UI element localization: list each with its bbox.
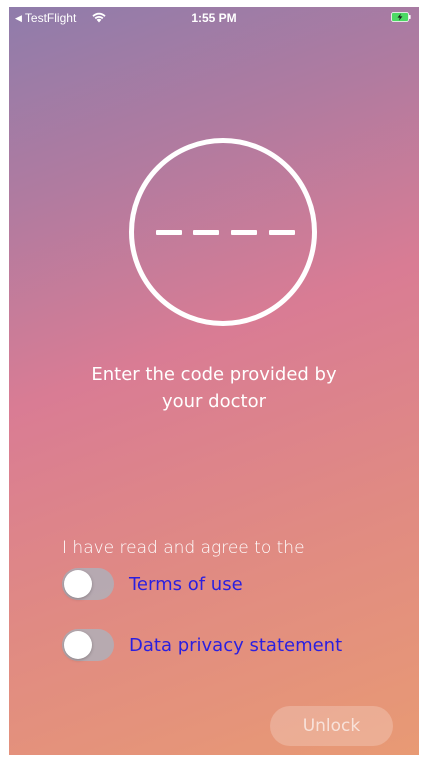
instruction-line-2: your doctor [161,391,266,412]
status-bar: ◀ TestFlight 1:55 PM [9,7,419,29]
agreement-intro: I have read and agree to the [62,538,305,558]
code-digit-placeholders [156,230,295,235]
code-digit-3 [231,230,257,235]
code-entry-screen: ◀ TestFlight 1:55 PM Enter the code prov… [9,7,419,755]
code-circle-icon[interactable] [129,138,317,326]
code-digit-2 [193,230,219,235]
battery-charging-icon [391,12,411,22]
privacy-toggle[interactable] [62,629,114,661]
instruction-line-1: Enter the code provided by [91,364,337,385]
instruction-text: Enter the code provided by your doctor [64,361,364,415]
toggle-knob [64,631,92,659]
unlock-button[interactable]: Unlock [270,706,393,746]
toggle-knob [64,570,92,598]
terms-toggle[interactable] [62,568,114,600]
terms-of-use-link[interactable]: Terms of use [129,574,243,595]
status-time: 1:55 PM [191,11,237,25]
code-digit-1 [156,230,182,235]
privacy-row: Data privacy statement [62,627,342,663]
code-digit-4 [269,230,295,235]
terms-row: Terms of use [62,566,243,602]
data-privacy-link[interactable]: Data privacy statement [129,635,342,656]
